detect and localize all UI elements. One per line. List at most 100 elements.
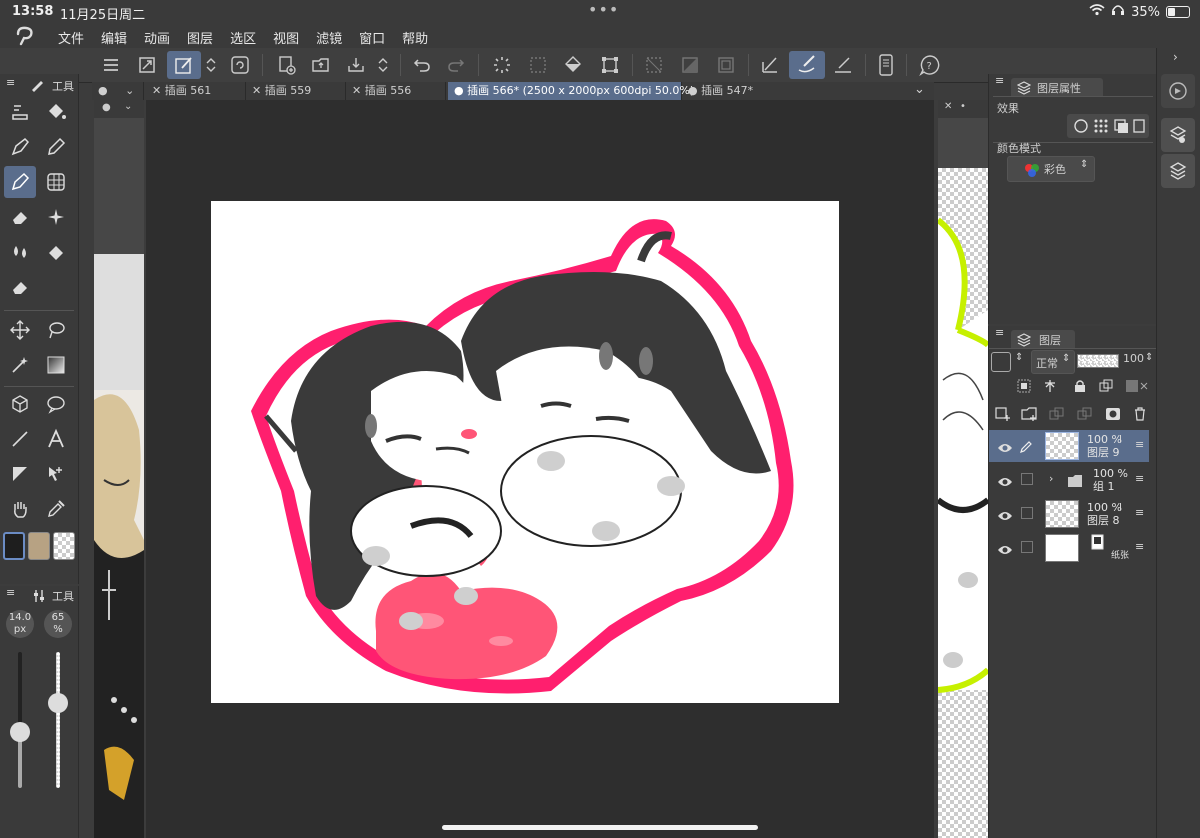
trash-icon[interactable] xyxy=(1133,406,1147,425)
menu-item[interactable]: 文件 xyxy=(58,28,84,47)
3d-object-icon[interactable] xyxy=(4,388,36,420)
drag-handle-icon[interactable]: ≡ xyxy=(1135,540,1144,553)
redo-icon[interactable] xyxy=(442,51,470,79)
gradient-icon[interactable] xyxy=(40,349,72,381)
menu-item[interactable]: 窗口 xyxy=(359,28,385,47)
brush-settings-icon[interactable] xyxy=(32,588,46,607)
sparkle-icon[interactable] xyxy=(40,201,72,233)
modify-tool-icon[interactable] xyxy=(167,51,201,79)
hand-icon[interactable] xyxy=(4,493,36,525)
layer-property-palette-button[interactable] xyxy=(1161,118,1195,152)
lasso-icon[interactable] xyxy=(40,314,72,346)
close-icon[interactable]: ✕ xyxy=(352,84,361,97)
eye-icon[interactable] xyxy=(997,439,1013,458)
drag-handle-icon[interactable]: ≡ xyxy=(1135,472,1144,485)
layer-property-tab[interactable]: 图层属性 xyxy=(1011,78,1103,96)
clear-selection-icon[interactable] xyxy=(524,51,552,79)
lock-icon[interactable] xyxy=(1073,378,1087,397)
multitasking-dots-icon[interactable]: ••• xyxy=(588,0,619,19)
layer-row[interactable]: 纸张 ≡ xyxy=(989,532,1149,564)
pencil-icon[interactable] xyxy=(40,131,72,163)
open-folder-icon[interactable] xyxy=(307,51,335,79)
smartphone-icon[interactable] xyxy=(872,51,900,79)
menu-item[interactable]: 滤镜 xyxy=(316,28,342,47)
new-raster-layer-icon[interactable] xyxy=(995,406,1011,425)
line-icon[interactable] xyxy=(4,423,36,455)
layer-row[interactable]: 100 % 图层 8 I ≡ xyxy=(989,498,1149,530)
brush-size-readout[interactable]: 14.0 px xyxy=(6,610,34,638)
lock-transparency-icon[interactable] xyxy=(1099,378,1113,397)
save-icon[interactable] xyxy=(342,51,370,79)
brush-size-slider-knob[interactable] xyxy=(10,721,30,742)
opacity-slider-knob[interactable] xyxy=(48,692,68,713)
chevron-down-icon-3[interactable]: ⌄ xyxy=(914,82,925,97)
panel-menu-icon-3[interactable]: ≡ xyxy=(995,74,1004,87)
object-select-icon[interactable] xyxy=(40,458,72,490)
layer-checkbox[interactable] xyxy=(1021,507,1033,519)
new-canvas-icon[interactable] xyxy=(272,51,300,79)
chevron-updown-icon-2[interactable] xyxy=(374,51,392,79)
loading-icon[interactable] xyxy=(488,51,516,79)
opacity-slider[interactable] xyxy=(48,652,68,788)
eyedropper-icon[interactable] xyxy=(40,493,72,525)
new-folder-icon[interactable] xyxy=(1021,406,1039,425)
menu-item[interactable]: 帮助 xyxy=(402,28,428,47)
spiral-icon[interactable] xyxy=(226,51,254,79)
eye-icon[interactable] xyxy=(997,541,1013,560)
tab-illustration-547[interactable]: ● 插画 547* xyxy=(682,82,842,100)
pen-icon[interactable] xyxy=(4,131,36,163)
transfer-layer-icon[interactable] xyxy=(1049,406,1065,425)
eye-icon[interactable] xyxy=(997,507,1013,526)
tab-overflow[interactable]: ● ⌄ xyxy=(92,82,144,100)
opacity-readout[interactable]: 65 % xyxy=(44,610,72,638)
speech-bubble-icon[interactable] xyxy=(40,388,72,420)
main-color-swatch[interactable] xyxy=(3,532,25,560)
text-icon[interactable] xyxy=(40,423,72,455)
chevron-right-icon-2[interactable]: › xyxy=(1173,50,1178,64)
close-icon[interactable]: ✕ xyxy=(152,84,161,97)
drag-handle-icon[interactable]: ≡ xyxy=(1135,438,1144,451)
help-icon[interactable]: ? xyxy=(916,51,944,79)
canvas-paper[interactable] xyxy=(211,201,839,703)
grid-pattern-icon[interactable] xyxy=(40,166,72,198)
extract-line-icon[interactable] xyxy=(1133,118,1147,138)
border-effect-icon[interactable] xyxy=(1073,118,1089,138)
menu-item[interactable]: 图层 xyxy=(187,28,213,47)
layer-row[interactable]: 100 % 图层 9 I ≡ xyxy=(989,430,1149,462)
tab-illustration-556[interactable]: ✕ 插画 556 xyxy=(346,82,446,100)
panel-menu-icon-4[interactable]: ≡ xyxy=(995,326,1004,339)
layer-checkbox[interactable] xyxy=(1021,473,1033,485)
menu-item[interactable]: 选区 xyxy=(230,28,256,47)
close-icon[interactable]: ✕ xyxy=(252,84,261,97)
special-ruler-icon[interactable] xyxy=(829,51,857,79)
layer-row[interactable]: › 100 % 组 1 ≡ xyxy=(989,464,1149,496)
sub-color-swatch[interactable] xyxy=(28,532,50,560)
layer-color-swatch[interactable] xyxy=(991,352,1011,372)
move-icon[interactable] xyxy=(4,314,36,346)
eraser-small-icon[interactable] xyxy=(4,271,36,303)
tone-effect-icon[interactable] xyxy=(1093,118,1109,138)
eraser-icon[interactable] xyxy=(4,201,36,233)
home-indicator[interactable] xyxy=(442,825,758,830)
marker-pen-icon[interactable] xyxy=(4,166,36,198)
menu-icon[interactable] xyxy=(97,51,125,79)
chevron-updown-icon-4[interactable]: ⇕ xyxy=(1015,352,1023,363)
eyedropper-fill-icon[interactable] xyxy=(4,96,36,128)
navigator-button[interactable] xyxy=(1161,74,1195,108)
blend-drops-icon[interactable] xyxy=(4,236,36,268)
chevron-updown-icon-6[interactable]: ⇕ xyxy=(1145,352,1153,363)
magic-wand-icon[interactable] xyxy=(4,349,36,381)
selection-outside-icon[interactable] xyxy=(640,51,668,79)
layers-tab[interactable]: 图层 xyxy=(1011,330,1075,348)
reference-layer-icon[interactable] xyxy=(1043,378,1057,397)
chevron-down-icon-2[interactable]: ⌄ xyxy=(125,84,134,97)
merge-layer-icon[interactable] xyxy=(1077,406,1093,425)
clip-lower-layer-icon[interactable] xyxy=(1017,378,1031,397)
layer-mask-icon[interactable] xyxy=(1105,406,1121,425)
blend-mode-select[interactable]: 正常 ⇕ xyxy=(1031,350,1075,374)
transform-icon[interactable] xyxy=(596,51,624,79)
ruler-pen-icon[interactable] xyxy=(756,51,784,79)
fill-bucket-icon[interactable] xyxy=(40,96,72,128)
fit-canvas-icon[interactable] xyxy=(133,51,161,79)
pen-tab-icon[interactable] xyxy=(30,78,44,95)
